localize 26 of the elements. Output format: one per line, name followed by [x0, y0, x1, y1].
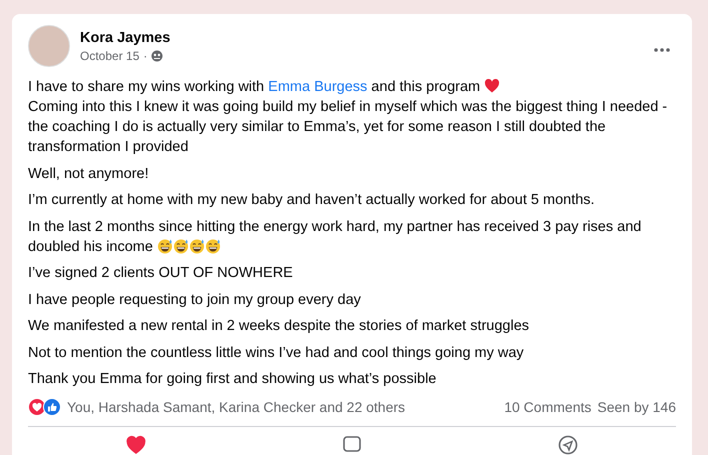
- love-action-icon[interactable]: [126, 435, 146, 455]
- post-date[interactable]: October 15: [80, 48, 140, 62]
- like-reaction-icon: [43, 398, 61, 416]
- audience-icon[interactable]: [151, 50, 164, 62]
- grinning-sweat-emoji-icon: [204, 238, 221, 254]
- post-paragraph: I’m currently at home with my new baby and haven’t actually worked for about 5 months.: [28, 191, 596, 210]
- post-paragraph: Not to mention the countless little wins I’ve had and cool things going my way: [28, 344, 525, 362]
- post-paragraph: We manifested a new rental in 2 weeks despite the stories of market struggles: [28, 317, 530, 336]
- send-icon[interactable]: [558, 435, 578, 455]
- post-paragraph: I’ve signed 2 clients OUT OF NOWHERE: [28, 264, 294, 283]
- grinning-sweat-emoji-icon: [172, 238, 189, 254]
- post-paragraph: Thank you Emma for going first and showing us what’s possible: [28, 370, 438, 389]
- author-name[interactable]: Kora Jaymes: [80, 30, 638, 46]
- reaction-summary[interactable]: You, Harshada Samant, Karina Checker and 22 others: [67, 399, 498, 415]
- post-paragraph: In the last 2 months since hitting the energy work hard, my partner has received 3 pay rises and doubled his income: [28, 218, 642, 256]
- post-paragraph: I have people requesting to join my group every day: [28, 290, 362, 310]
- mention-link[interactable]: Emma Burgess: [268, 79, 368, 95]
- post-paragraph: Well, not anymore!: [28, 164, 150, 184]
- heart-emoji-icon: [484, 78, 500, 94]
- post-paragraph: I have to share my wins working with Emma Burgess and this program Coming into this I knew it was going build my belief in myself which was the biggest thing I needed - the coaching I do is actually very similar to Emma’s, yet for some reason I still doubted the transformation I provided: [28, 77, 668, 157]
- grinning-sweat-emoji-icon: [188, 238, 205, 254]
- comment-icon[interactable]: [342, 435, 362, 455]
- seen-count[interactable]: Seen by 146: [597, 399, 676, 415]
- grinning-sweat-emoji-icon: [156, 238, 173, 254]
- comments-count[interactable]: 10 Comments: [504, 399, 592, 415]
- separator-dot: ·: [143, 48, 148, 62]
